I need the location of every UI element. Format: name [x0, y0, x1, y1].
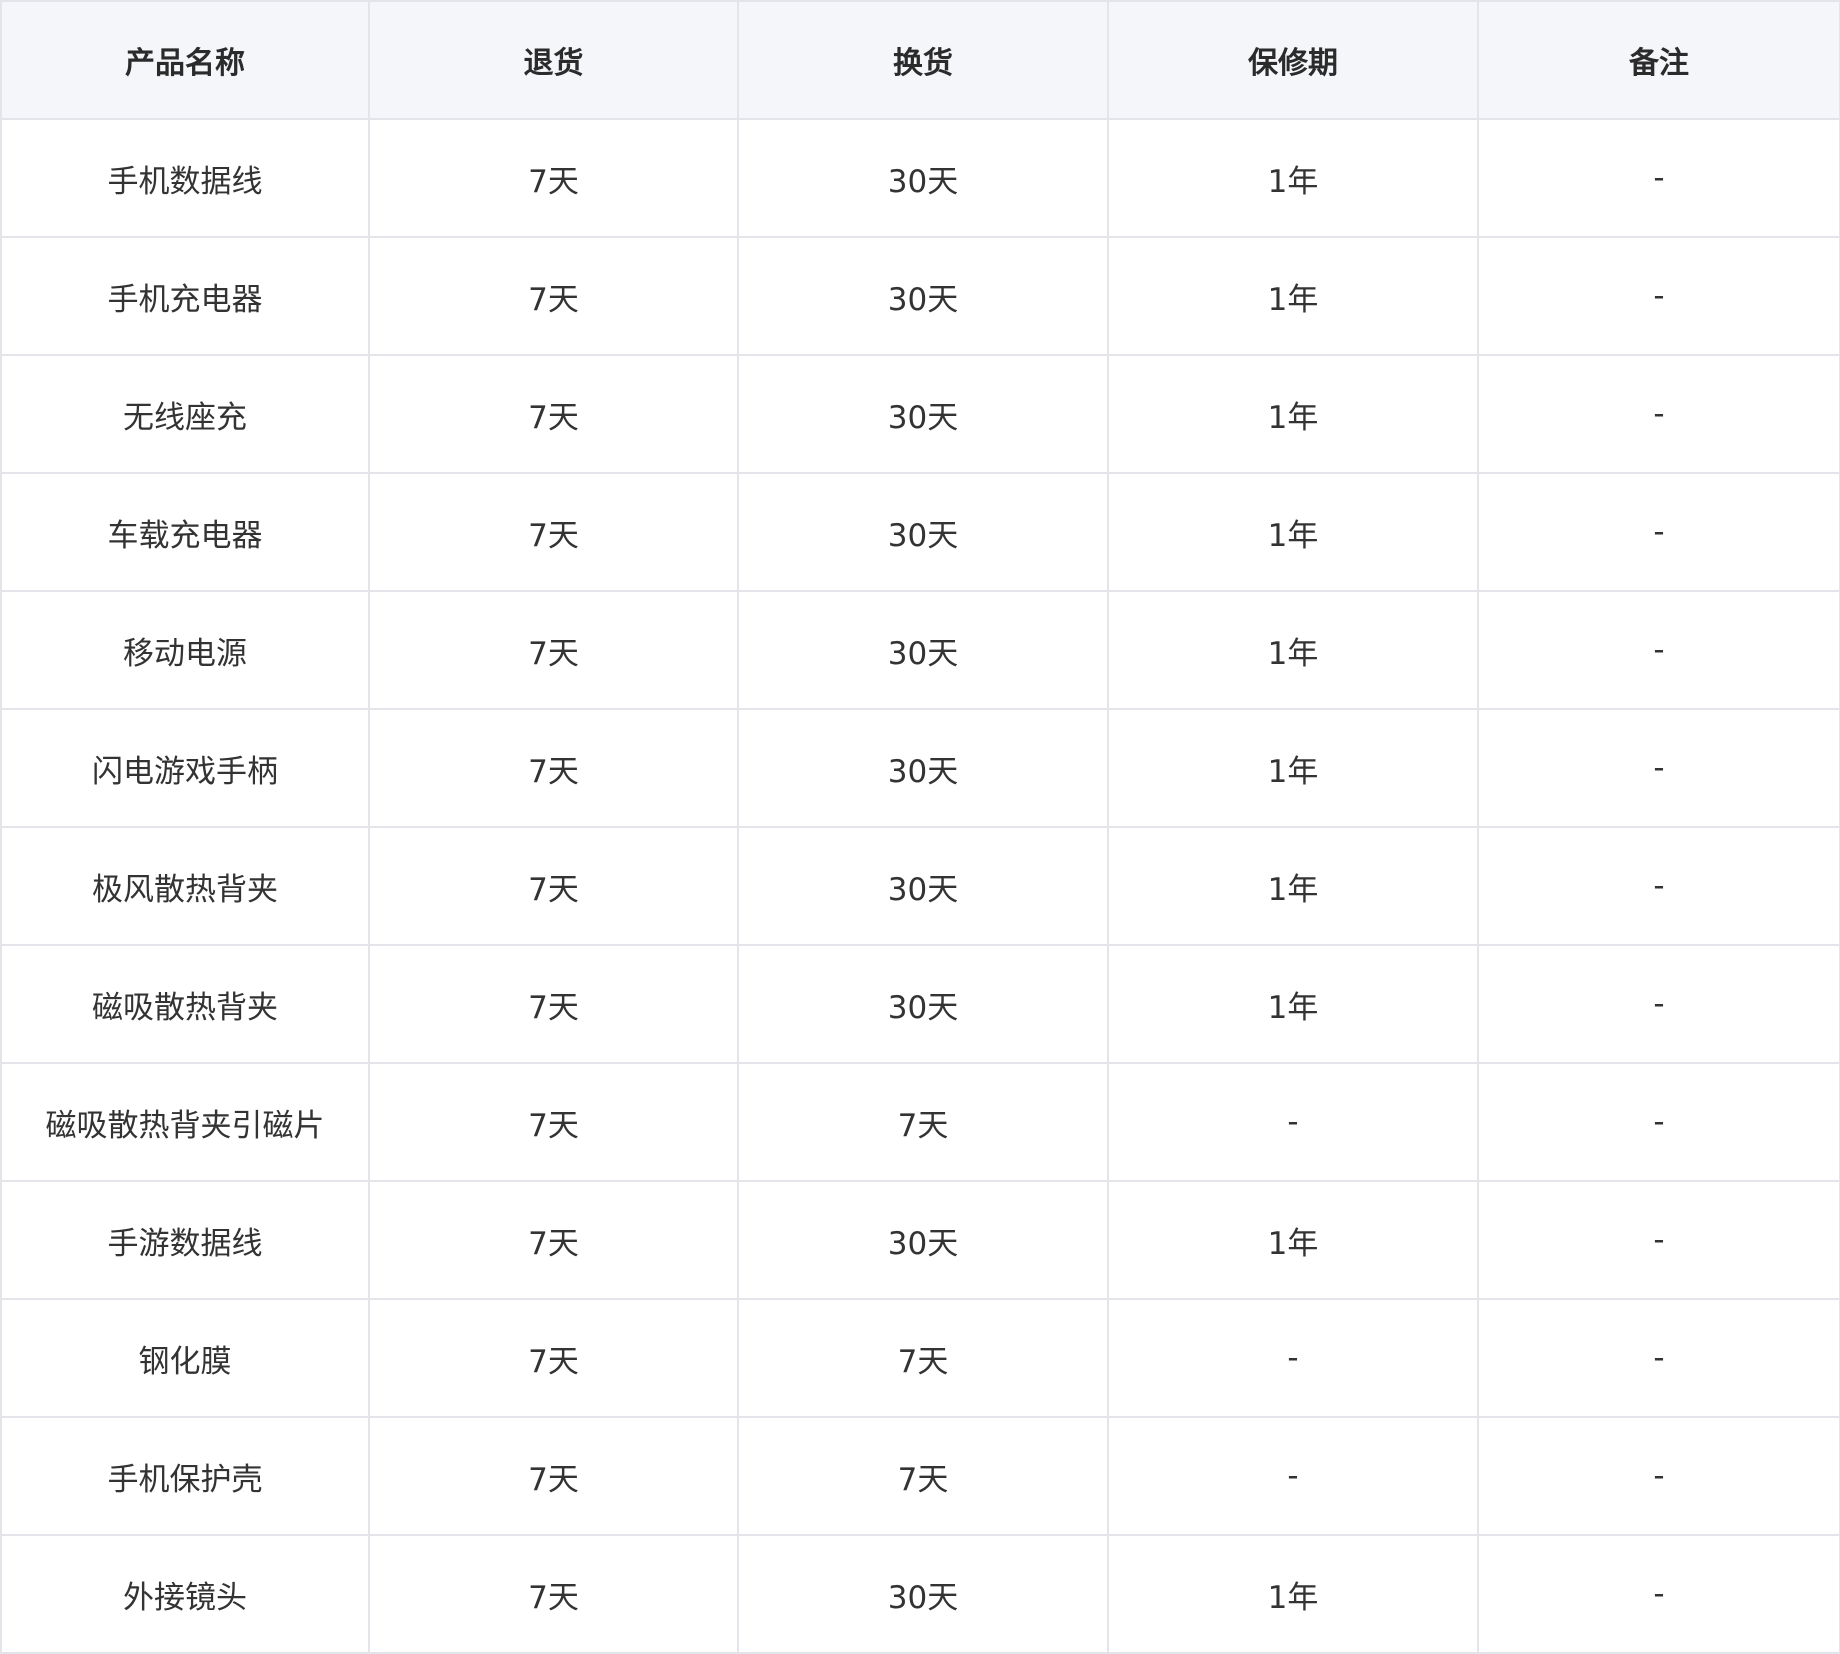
cell-remarks: -	[1477, 472, 1840, 592]
cell-warranty: 1年	[1107, 826, 1479, 946]
return-policy-table: 产品名称 退货 换货 保修期 备注 手机数据线 7天 30天 1年 - 手机充电器 7天 30…	[0, 0, 1840, 1654]
cell-return: 7天	[368, 826, 739, 946]
cell-exchange: 30天	[737, 118, 1109, 238]
cell-product-name: 外接镜头	[0, 1534, 370, 1654]
cell-return: 7天	[368, 1534, 739, 1654]
cell-product-name: 移动电源	[0, 590, 370, 710]
table-row: 极风散热背夹 7天 30天 1年 -	[0, 826, 1840, 946]
cell-exchange: 30天	[737, 1180, 1109, 1300]
cell-product-name: 无线座充	[0, 354, 370, 474]
header-return: 退货	[368, 0, 739, 120]
cell-return: 7天	[368, 708, 739, 828]
cell-remarks: -	[1477, 1180, 1840, 1300]
cell-return: 7天	[368, 118, 739, 238]
cell-exchange: 30天	[737, 944, 1109, 1064]
table-row: 磁吸散热背夹 7天 30天 1年 -	[0, 944, 1840, 1064]
cell-return: 7天	[368, 944, 739, 1064]
cell-product-name: 车载充电器	[0, 472, 370, 592]
table-body: 手机数据线 7天 30天 1年 - 手机充电器 7天 30天 1年 - 无线座充 7天 30天 1年 - 车载…	[0, 118, 1840, 1654]
table-row: 手机充电器 7天 30天 1年 -	[0, 236, 1840, 356]
table-row: 手游数据线 7天 30天 1年 -	[0, 1180, 1840, 1300]
cell-exchange: 30天	[737, 236, 1109, 356]
cell-remarks: -	[1477, 826, 1840, 946]
header-remarks: 备注	[1477, 0, 1840, 120]
cell-warranty: 1年	[1107, 472, 1479, 592]
cell-warranty: 1年	[1107, 1180, 1479, 1300]
table-row: 车载充电器 7天 30天 1年 -	[0, 472, 1840, 592]
cell-product-name: 手机充电器	[0, 236, 370, 356]
table-row: 手机数据线 7天 30天 1年 -	[0, 118, 1840, 238]
cell-return: 7天	[368, 354, 739, 474]
cell-remarks: -	[1477, 236, 1840, 356]
cell-remarks: -	[1477, 1062, 1840, 1182]
cell-product-name: 手机保护壳	[0, 1416, 370, 1536]
cell-warranty: 1年	[1107, 236, 1479, 356]
table-row: 外接镜头 7天 30天 1年 -	[0, 1534, 1840, 1654]
cell-return: 7天	[368, 1180, 739, 1300]
table-row: 手机保护壳 7天 7天 - -	[0, 1416, 1840, 1536]
cell-return: 7天	[368, 472, 739, 592]
cell-exchange: 30天	[737, 826, 1109, 946]
cell-warranty: 1年	[1107, 590, 1479, 710]
cell-exchange: 30天	[737, 354, 1109, 474]
cell-warranty: -	[1107, 1298, 1479, 1418]
cell-exchange: 30天	[737, 590, 1109, 710]
cell-remarks: -	[1477, 944, 1840, 1064]
header-exchange: 换货	[737, 0, 1109, 120]
cell-exchange: 30天	[737, 472, 1109, 592]
cell-warranty: -	[1107, 1062, 1479, 1182]
table-row: 移动电源 7天 30天 1年 -	[0, 590, 1840, 710]
cell-product-name: 钢化膜	[0, 1298, 370, 1418]
cell-return: 7天	[368, 1416, 739, 1536]
cell-exchange: 30天	[737, 708, 1109, 828]
header-product-name: 产品名称	[0, 0, 370, 120]
cell-remarks: -	[1477, 118, 1840, 238]
cell-return: 7天	[368, 1062, 739, 1182]
cell-exchange: 30天	[737, 1534, 1109, 1654]
cell-exchange: 7天	[737, 1062, 1109, 1182]
cell-return: 7天	[368, 590, 739, 710]
cell-product-name: 磁吸散热背夹	[0, 944, 370, 1064]
cell-remarks: -	[1477, 354, 1840, 474]
cell-return: 7天	[368, 236, 739, 356]
cell-product-name: 磁吸散热背夹引磁片	[0, 1062, 370, 1182]
cell-exchange: 7天	[737, 1298, 1109, 1418]
cell-product-name: 手机数据线	[0, 118, 370, 238]
cell-remarks: -	[1477, 590, 1840, 710]
table-header: 产品名称 退货 换货 保修期 备注	[0, 0, 1840, 120]
cell-remarks: -	[1477, 1298, 1840, 1418]
cell-product-name: 极风散热背夹	[0, 826, 370, 946]
cell-exchange: 7天	[737, 1416, 1109, 1536]
cell-warranty: -	[1107, 1416, 1479, 1536]
cell-return: 7天	[368, 1298, 739, 1418]
cell-remarks: -	[1477, 708, 1840, 828]
cell-warranty: 1年	[1107, 354, 1479, 474]
header-warranty: 保修期	[1107, 0, 1479, 120]
cell-warranty: 1年	[1107, 1534, 1479, 1654]
cell-product-name: 闪电游戏手柄	[0, 708, 370, 828]
table-row: 无线座充 7天 30天 1年 -	[0, 354, 1840, 474]
cell-remarks: -	[1477, 1534, 1840, 1654]
cell-warranty: 1年	[1107, 944, 1479, 1064]
cell-product-name: 手游数据线	[0, 1180, 370, 1300]
table-row: 钢化膜 7天 7天 - -	[0, 1298, 1840, 1418]
cell-warranty: 1年	[1107, 118, 1479, 238]
cell-warranty: 1年	[1107, 708, 1479, 828]
header-row: 产品名称 退货 换货 保修期 备注	[0, 0, 1840, 120]
table-row: 闪电游戏手柄 7天 30天 1年 -	[0, 708, 1840, 828]
table-row: 磁吸散热背夹引磁片 7天 7天 - -	[0, 1062, 1840, 1182]
cell-remarks: -	[1477, 1416, 1840, 1536]
